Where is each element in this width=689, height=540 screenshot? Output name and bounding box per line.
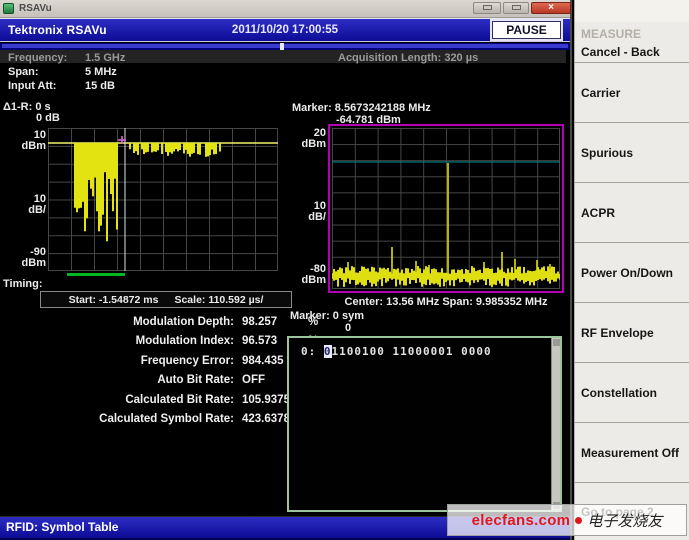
minimize-button[interactable] [473,2,501,14]
center-span-readout: Center: 13.56 MHz Span: 9.985352 MHz [330,296,562,308]
time-trace-chart [48,128,278,278]
maximize-icon [512,5,521,10]
close-button[interactable]: × [531,2,571,14]
window-titlebar[interactable]: RSAVu × [0,0,570,18]
time-scale-readout: Start: -1.54872 ms Scale: 110.592 µs/ [40,291,292,308]
watermark-cn-text: 电子发烧友 [587,510,662,531]
symbol-bits: 1100100 11000001 0000 [332,345,492,358]
watermark: elecfans.com 电子发烧友 [447,504,687,536]
timing-label: Timing: [3,278,43,290]
close-icon: × [548,2,554,13]
scale-readout: Scale: 110.592 µs/ [174,294,263,306]
spectrum-marker-freq: Marker: 8.5673242188 MHz [292,102,431,114]
delta-marker-level: 0 dB [36,112,60,124]
window-title: RSAVu [19,3,52,14]
symbol-scrollbar[interactable] [551,338,560,510]
spec-axis-top-unit: dBm [280,138,326,150]
pause-button[interactable]: PAUSE [492,21,561,39]
menu-item-acpr[interactable]: ACPR [575,182,689,242]
spec-axis-bottom-unit: dBm [280,274,326,286]
time-axis-scale-unit: dB/ [0,204,46,216]
progress-fill [2,44,568,48]
frequency-value: 1.5 GHz [85,52,125,64]
spectrum-trace-chart [332,128,560,289]
span-label: Span: [8,66,39,78]
menu-list: Cancel - Back Carrier Spurious ACPR Powe… [575,42,689,540]
symbol-table[interactable]: 0: 01100100 11000001 0000 [287,336,562,512]
frequency-label: Frequency: [8,52,67,64]
watermark-logo-icon [575,517,582,524]
app-window: RSAVu × Tektronix RSAVu 2011/10/20 17:00… [0,0,572,540]
menu-item-constellation[interactable]: Constellation [575,362,689,422]
symbol-row: 0: 01100100 11000001 0000 [301,345,492,358]
input-att-label: Input Att: [8,80,56,92]
menu-title: MEASURE [581,27,641,41]
datetime-label: 2011/10/20 17:00:55 [185,24,385,36]
menu-item-power-on-down[interactable]: Power On/Down [575,242,689,302]
progress-tick [280,43,284,50]
spec-axis-scale-unit: dB/ [280,211,326,223]
symbol-index: 0: [301,345,316,358]
input-att-value: 15 dB [85,80,115,92]
panel-top-strip [575,0,689,22]
measure-menu-panel: MEASURE Cancel - Back Carrier Spurious A… [574,0,689,540]
minimize-icon [483,5,492,10]
menu-item-measurement-off[interactable]: Measurement Off [575,422,689,482]
menu-item-cancel-back[interactable]: Cancel - Back [575,42,689,62]
brand-label: Tektronix RSAVu [8,23,107,37]
menu-item-spurious[interactable]: Spurious [575,122,689,182]
maximize-button[interactable] [503,2,529,14]
symbol-marker-value: 0 [345,322,351,334]
time-axis-top-unit: dBm [0,140,46,152]
menu-item-carrier[interactable]: Carrier [575,62,689,122]
scroll-up-icon[interactable] [553,339,560,346]
symbol-cursor[interactable]: 0 [324,345,332,358]
acquisition-length: Acquisition Length: 320 µs [338,52,478,64]
time-axis-bottom-unit: dBm [0,257,46,269]
menu-item-rf-envelope[interactable]: RF Envelope [575,302,689,362]
app-icon [3,3,14,14]
span-value: 5 MHz [85,66,117,78]
watermark-site: elecfans.com [472,512,571,529]
screen: RSAVu × Tektronix RSAVu 2011/10/20 17:00… [0,0,689,540]
symbol-marker-label: Marker: 0 sym [290,310,364,322]
start-readout: Start: -1.54872 ms [69,294,159,306]
acquisition-progress-bar [0,43,570,50]
